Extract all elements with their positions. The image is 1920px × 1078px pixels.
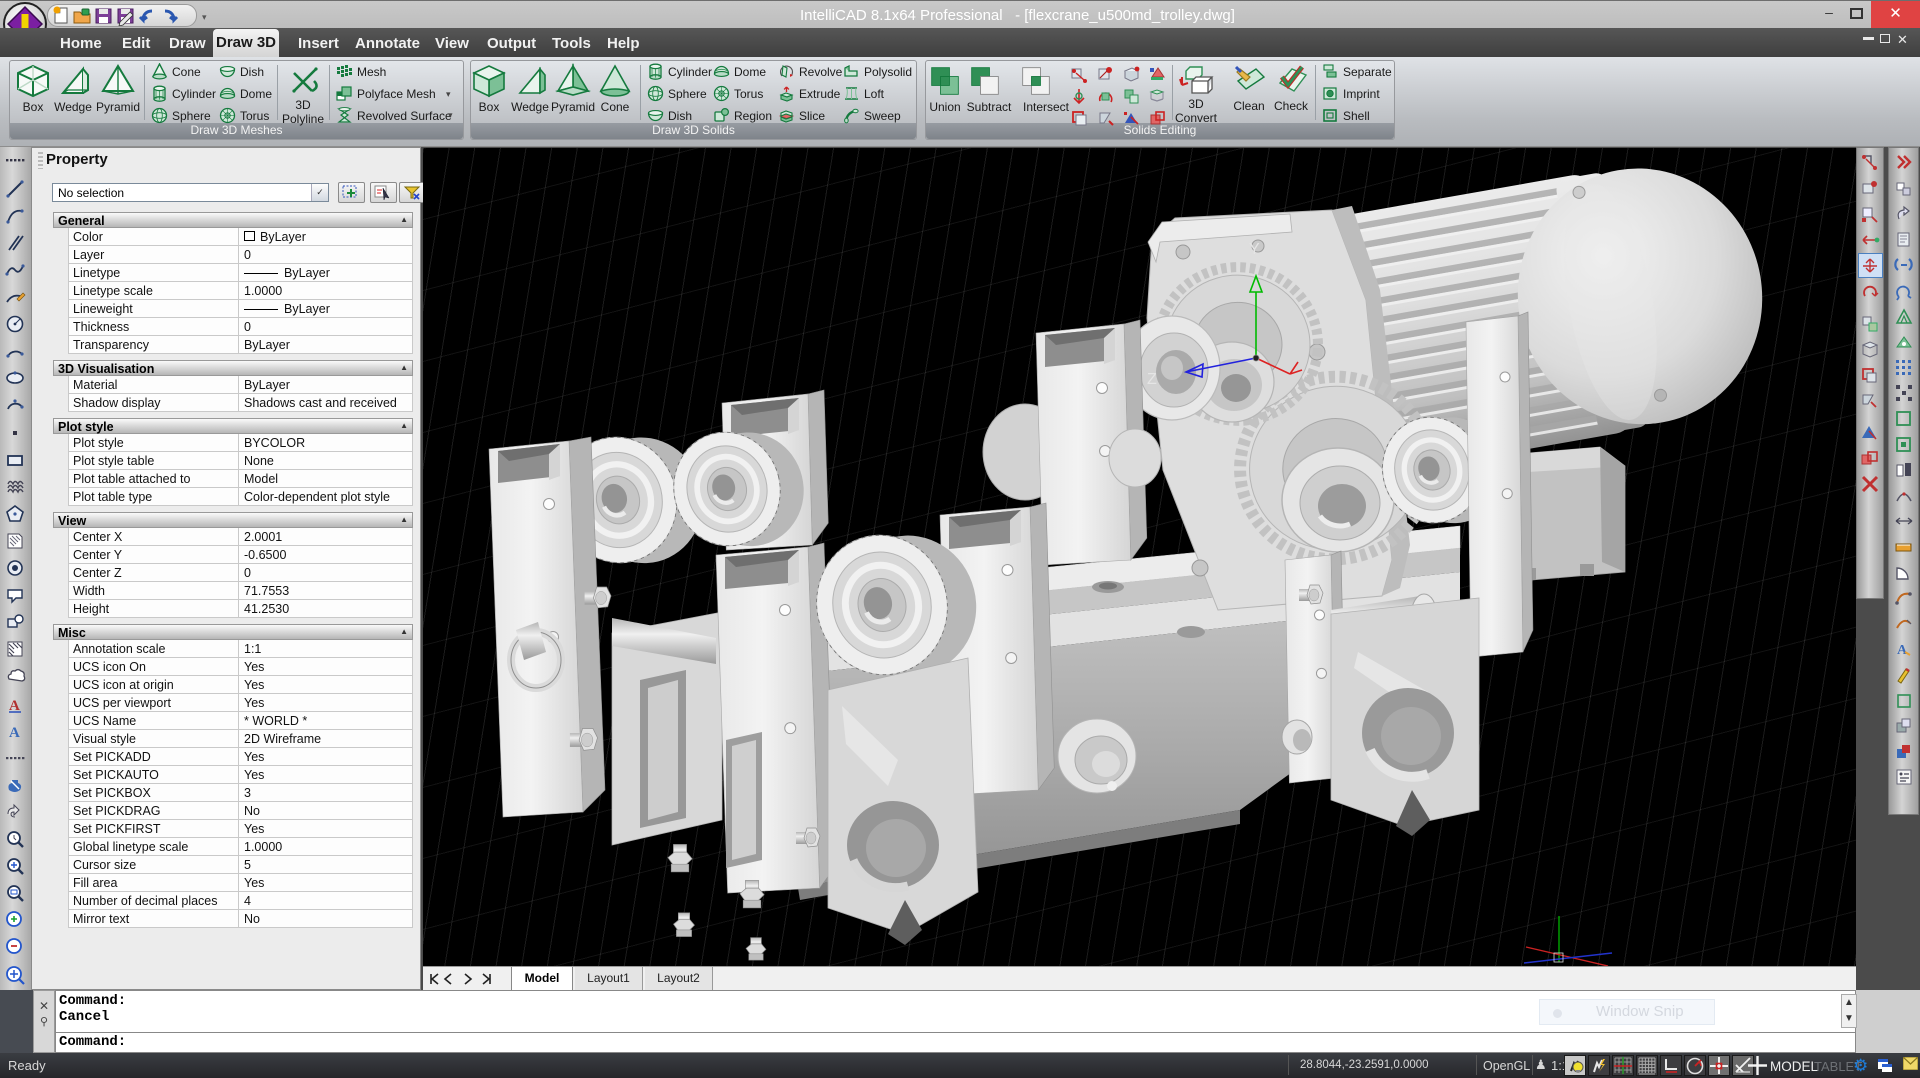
svg-text:A: A [9, 725, 20, 741]
svg-text:A: A [1897, 643, 1908, 658]
svg-text:Z: Z [1147, 371, 1157, 388]
svg-text:Y: Y [1249, 241, 1260, 258]
